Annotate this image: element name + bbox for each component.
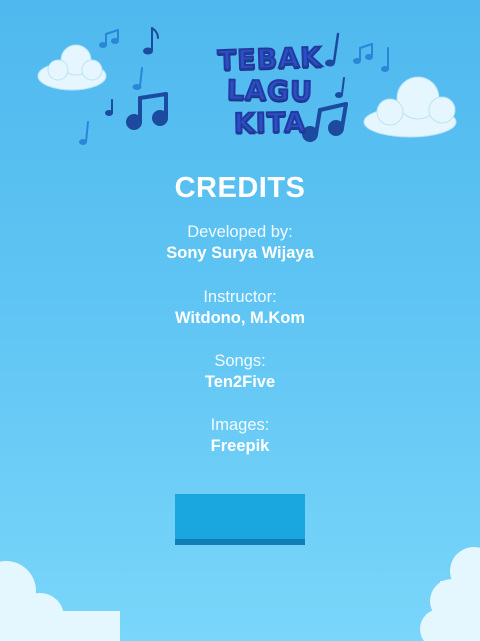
music-note-icon <box>132 67 143 90</box>
back-button[interactable] <box>175 494 305 545</box>
logo-title: TEBAK LAGU KITA <box>190 41 350 140</box>
music-note-icon <box>353 43 373 64</box>
credit-role: Images: <box>210 416 270 434</box>
logo-line-3: KITA <box>233 106 308 140</box>
credits-screen: TEBAK LAGU KITA CREDITS Developed by: So… <box>0 0 480 641</box>
credit-name: Freepik <box>210 437 270 455</box>
music-note-icon <box>99 29 119 48</box>
cloud-icon <box>420 547 480 641</box>
credit-role: Instructor: <box>203 288 277 306</box>
logo-line-1: TEBAK <box>216 41 323 78</box>
credit-role: Developed by: <box>187 223 293 241</box>
credits-heading: CREDITS <box>174 172 306 204</box>
music-note-icon <box>79 121 89 145</box>
credit-role: Songs: <box>214 352 266 370</box>
credit-name: Ten2Five <box>204 373 276 391</box>
cloud-icon <box>0 561 120 641</box>
credit-name: Witdono, M.Kom <box>175 309 305 327</box>
music-note-icon <box>381 47 389 72</box>
music-note-icon <box>105 99 113 116</box>
game-logo: TEBAK LAGU KITA <box>30 18 470 148</box>
music-note-icon <box>126 92 168 130</box>
cloud-icon <box>37 44 107 91</box>
credit-entry-images: Images: Freepik <box>0 415 480 457</box>
credit-entry-developer: Developed by: Sony Surya Wijaya <box>0 222 480 264</box>
credit-entry-instructor: Instructor: Witdono, M.Kom <box>0 287 480 329</box>
logo-line-2: LAGU <box>226 74 315 108</box>
credit-name: Sony Surya Wijaya <box>166 244 314 262</box>
music-note-icon <box>143 27 159 55</box>
credit-entry-songs: Songs: Ten2Five <box>0 351 480 393</box>
cloud-icon <box>363 76 457 138</box>
credits-panel: CREDITS Developed by: Sony Surya Wijaya … <box>0 168 480 455</box>
